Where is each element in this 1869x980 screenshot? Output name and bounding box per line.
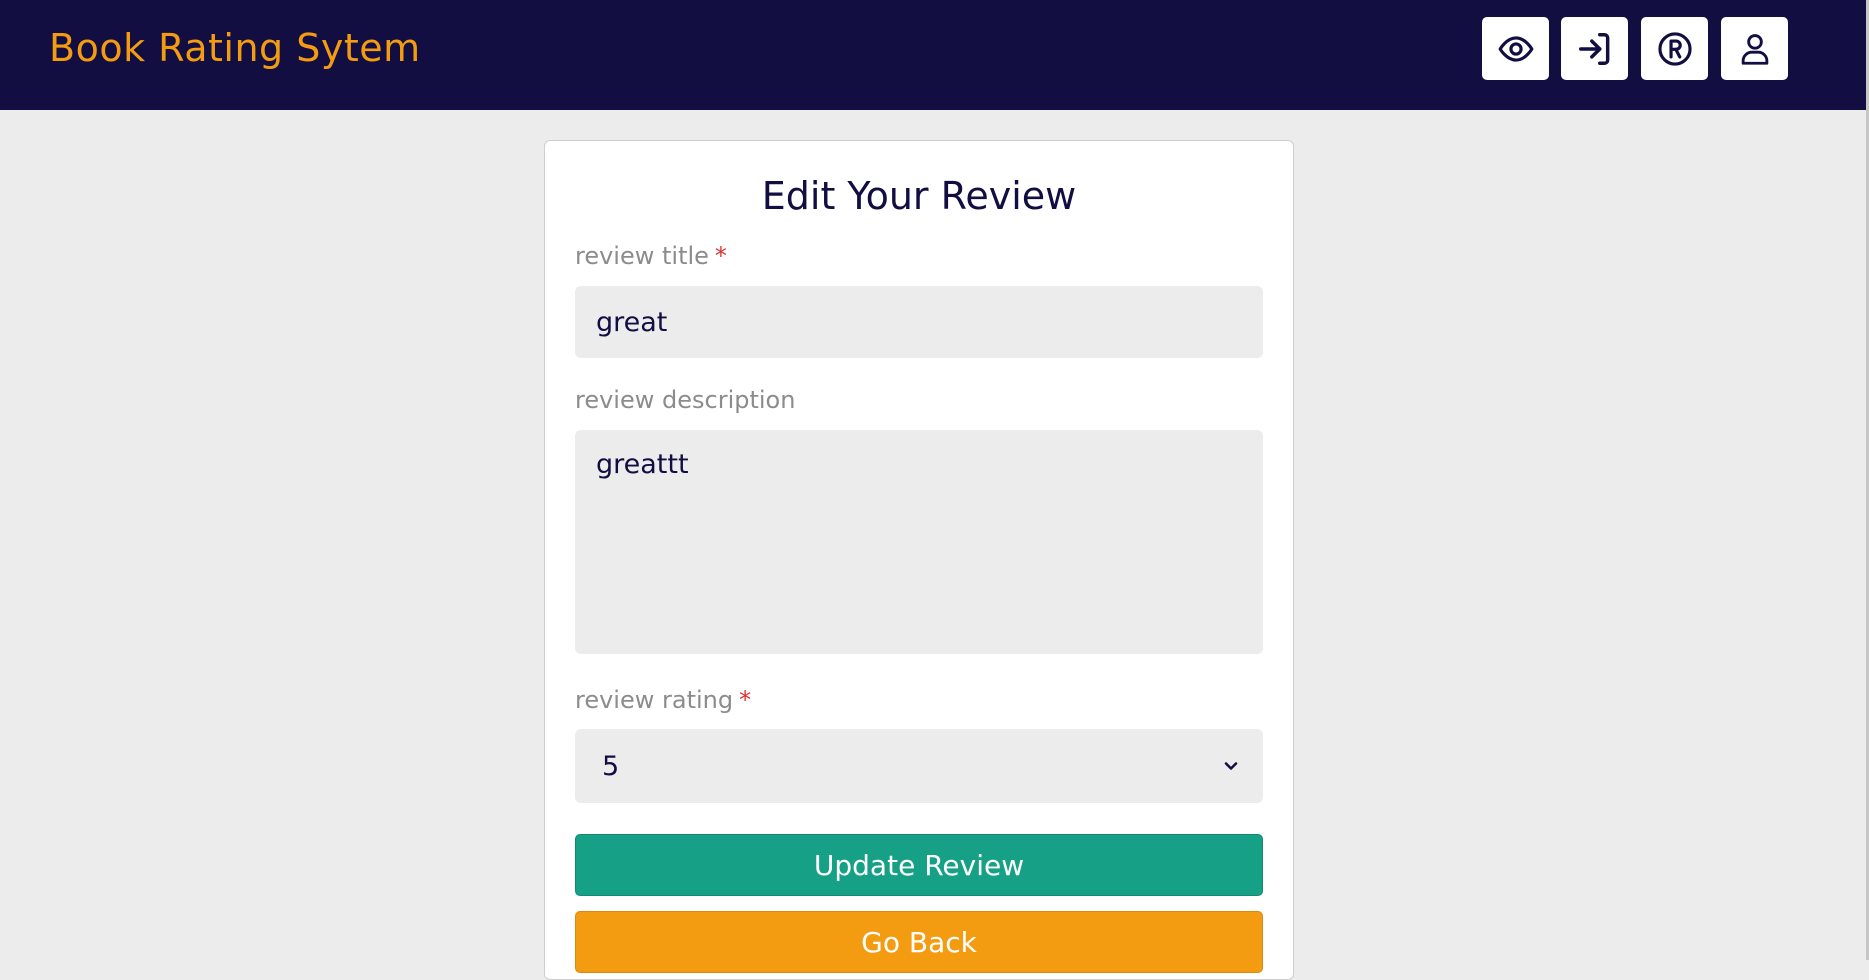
required-marker: * [739, 686, 752, 714]
registered-icon [1657, 31, 1692, 66]
eye-icon [1498, 35, 1533, 62]
navbar: Book Rating Sytem [0, 0, 1866, 110]
rating-selected-value: 5 [602, 750, 620, 782]
review-rating-label-text: review rating [575, 686, 734, 714]
profile-button[interactable] [1721, 17, 1788, 80]
review-rating-select[interactable]: 5 [575, 729, 1263, 803]
review-description-label: review description [575, 386, 796, 414]
review-title-label-text: review title [575, 242, 709, 270]
update-review-button[interactable]: Update Review [575, 834, 1263, 896]
view-books-button[interactable] [1482, 17, 1549, 80]
review-rating-label: review rating * [575, 684, 751, 716]
edit-review-card: Edit Your Review review title* review de… [544, 140, 1294, 980]
review-title-label: review title * [575, 240, 727, 272]
review-description-textarea[interactable]: greattt [575, 430, 1263, 654]
user-icon [1741, 33, 1768, 65]
login-button[interactable] [1561, 17, 1628, 80]
brand-title[interactable]: Book Rating Sytem [49, 22, 421, 74]
required-marker: * [714, 242, 727, 270]
register-button[interactable] [1641, 17, 1708, 80]
login-icon [1578, 32, 1609, 65]
chevron-down-icon [1224, 762, 1238, 770]
page-title: Edit Your Review [761, 174, 1077, 218]
review-title-input[interactable] [575, 286, 1263, 358]
go-back-button[interactable]: Go Back [575, 911, 1263, 973]
